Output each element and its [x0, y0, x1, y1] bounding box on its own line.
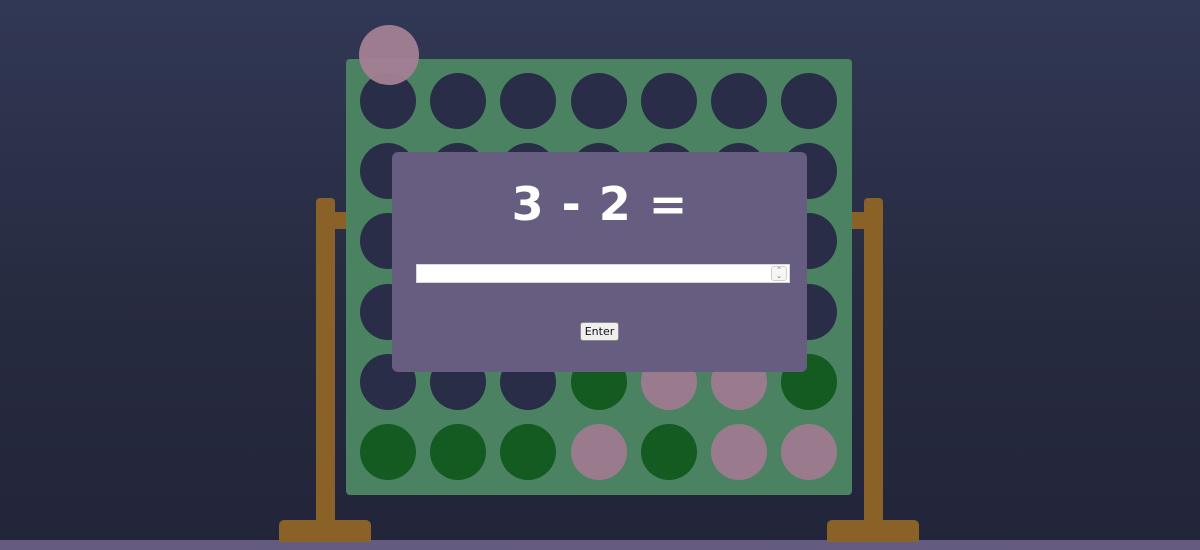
- hover-piece[interactable]: [359, 25, 419, 85]
- board-slot-empty[interactable]: [570, 73, 627, 129]
- board-slot-empty[interactable]: [500, 73, 557, 129]
- board-slot-empty[interactable]: [640, 73, 697, 129]
- board-piece-green[interactable]: [500, 424, 557, 480]
- chevron-down-icon[interactable]: ⌄: [775, 273, 783, 280]
- stand-foot-right: [827, 520, 919, 542]
- board-piece-pink[interactable]: [781, 424, 838, 480]
- board-piece-pink[interactable]: [570, 424, 627, 480]
- stand-foot-left: [279, 520, 371, 542]
- math-question: 3 - 2 =: [511, 177, 689, 231]
- board-slot-empty[interactable]: [711, 73, 767, 129]
- board-piece-green[interactable]: [360, 424, 416, 480]
- board-slot-empty[interactable]: [781, 73, 838, 129]
- stand-post-right: [864, 198, 883, 528]
- floor: [0, 540, 1200, 550]
- answer-input[interactable]: [417, 265, 769, 282]
- answer-field[interactable]: ⌃ ⌄: [416, 264, 790, 283]
- board-slot-empty[interactable]: [430, 73, 487, 129]
- board-piece-green[interactable]: [640, 424, 697, 480]
- enter-button[interactable]: Enter: [580, 322, 619, 341]
- number-spinner[interactable]: ⌃ ⌄: [771, 266, 787, 281]
- board-piece-pink[interactable]: [711, 424, 767, 480]
- board-piece-green[interactable]: [430, 424, 487, 480]
- stand-post-left: [316, 198, 335, 528]
